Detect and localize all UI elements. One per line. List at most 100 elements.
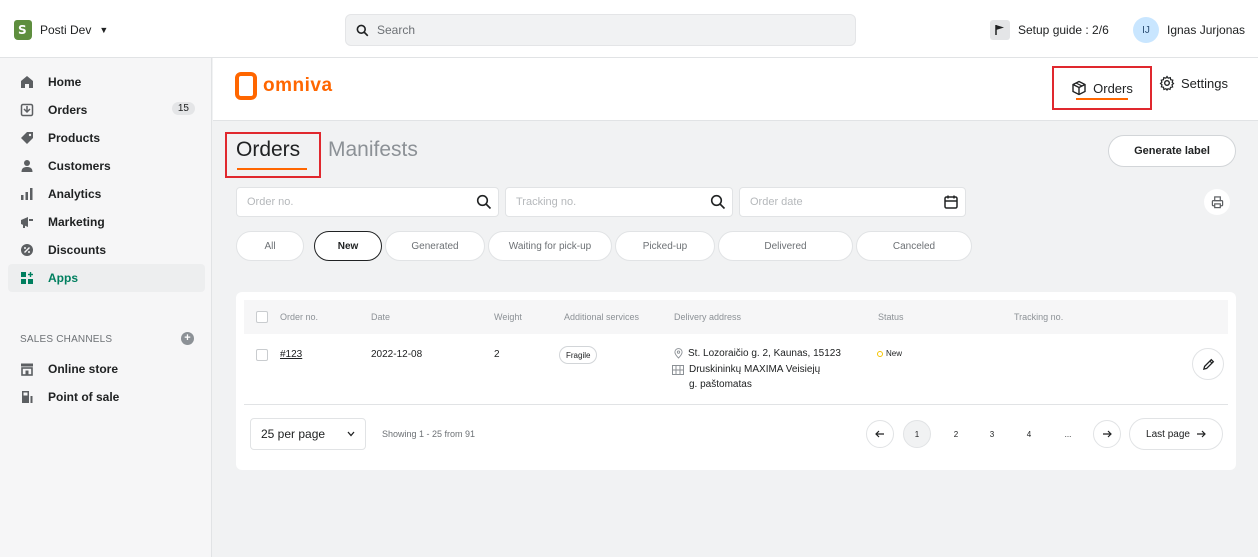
orders-icon bbox=[20, 103, 34, 117]
sidebar-item-customers[interactable]: Customers bbox=[8, 152, 205, 180]
status-pill-new[interactable]: New bbox=[314, 231, 382, 261]
column-date: Date bbox=[371, 312, 391, 322]
search-icon bbox=[710, 194, 726, 210]
order-weight: 2 bbox=[494, 349, 500, 360]
sidebar-item-apps[interactable]: Apps bbox=[8, 264, 205, 292]
setup-guide-button[interactable]: Setup guide : 2/6 bbox=[990, 20, 1109, 40]
arrow-left-icon bbox=[875, 430, 884, 438]
showing-range: Showing 1 - 25 from 91 bbox=[382, 429, 476, 439]
sidebar-item-online-store[interactable]: Online store bbox=[8, 355, 205, 383]
next-page-button[interactable] bbox=[1093, 420, 1121, 448]
printer-icon bbox=[1211, 195, 1223, 208]
column-status: Status bbox=[878, 312, 904, 322]
box-icon bbox=[1072, 80, 1086, 96]
fragile-badge: Fragile bbox=[559, 346, 598, 364]
page-1-button[interactable]: 1 bbox=[903, 420, 931, 448]
column-weight: Weight bbox=[494, 312, 522, 322]
apps-icon bbox=[20, 271, 34, 285]
pickup-point-name-cont: g. paštomatas bbox=[689, 379, 752, 390]
search-placeholder: Search bbox=[377, 23, 416, 37]
sidebar-item-discounts[interactable]: Discounts bbox=[8, 236, 205, 264]
store-switcher[interactable]: Posti Dev ▼ bbox=[14, 20, 108, 40]
tab-active-underline bbox=[237, 168, 307, 170]
per-page-select[interactable]: 25 per page bbox=[250, 418, 366, 450]
pos-icon bbox=[20, 390, 34, 404]
app-header: omniva Orders Settings bbox=[213, 58, 1258, 121]
edit-order-button[interactable] bbox=[1192, 348, 1224, 380]
row-checkbox[interactable] bbox=[256, 349, 268, 361]
status-label: New bbox=[886, 349, 903, 358]
sales-channels-heading: SALES CHANNELS bbox=[20, 334, 113, 345]
bar-chart-icon bbox=[20, 187, 34, 201]
user-name: Ignas Jurjonas bbox=[1167, 23, 1246, 37]
sidebar-item-label: Orders bbox=[48, 103, 88, 117]
calendar-icon bbox=[944, 195, 958, 209]
location-pin-icon bbox=[674, 348, 683, 359]
select-all-checkbox[interactable] bbox=[256, 311, 268, 323]
header-orders-label: Orders bbox=[1093, 80, 1133, 96]
pickup-point-name: Druskininkų MAXIMA Veisiejų bbox=[689, 364, 821, 375]
status-pill-canceled[interactable]: Canceled bbox=[856, 231, 972, 261]
brand-name: omniva bbox=[263, 75, 333, 96]
table-footer-divider bbox=[244, 404, 1228, 405]
page-3-button[interactable]: 3 bbox=[978, 420, 1006, 448]
column-additional-services: Additional services bbox=[564, 312, 640, 322]
header-orders-link[interactable]: Orders bbox=[1052, 66, 1152, 110]
sidebar-item-label: Customers bbox=[48, 159, 111, 173]
status-pill-waiting-for-pick-up[interactable]: Waiting for pick-up bbox=[488, 231, 612, 261]
delivery-address-line: St. Lozoraičio g. 2, Kaunas, 15123 bbox=[674, 348, 841, 359]
sidebar-item-label: Apps bbox=[48, 271, 78, 285]
prev-page-button[interactable] bbox=[866, 420, 894, 448]
order-date-placeholder: Order date bbox=[750, 196, 803, 208]
order-date-filter[interactable]: Order date bbox=[739, 187, 966, 217]
active-underline bbox=[1076, 98, 1128, 100]
tracking-no-filter[interactable]: Tracking no. bbox=[505, 187, 733, 217]
chevron-down-icon bbox=[347, 431, 355, 437]
order-number-link[interactable]: #123 bbox=[280, 349, 302, 360]
orders-table-card: Order no. Date Weight Additional service… bbox=[236, 292, 1236, 470]
print-button[interactable] bbox=[1204, 189, 1230, 215]
home-icon bbox=[20, 75, 34, 89]
orders-count-badge: 15 bbox=[171, 102, 195, 115]
page-4-button[interactable]: 4 bbox=[1015, 420, 1043, 448]
sidebar-item-analytics[interactable]: Analytics bbox=[8, 180, 205, 208]
tab-orders[interactable]: Orders bbox=[236, 138, 300, 162]
order-no-filter[interactable]: Order no. bbox=[236, 187, 499, 217]
column-tracking-no: Tracking no. bbox=[1014, 312, 1064, 322]
sidebar-item-label: Discounts bbox=[48, 243, 107, 257]
sidebar-item-orders[interactable]: Orders 15 bbox=[8, 96, 205, 124]
status-pill-picked-up[interactable]: Picked-up bbox=[615, 231, 715, 261]
pencil-icon bbox=[1202, 358, 1214, 370]
status-pill-delivered[interactable]: Delivered bbox=[718, 231, 853, 261]
tab-manifests[interactable]: Manifests bbox=[328, 138, 418, 162]
generate-label-button[interactable]: Generate label bbox=[1108, 135, 1236, 167]
top-bar: Posti Dev ▼ Search Setup guide : 2/6 IJ … bbox=[0, 0, 1258, 58]
pickup-point-line: Druskininkų MAXIMA Veisiejų bbox=[672, 364, 820, 375]
search-input[interactable]: Search bbox=[345, 14, 856, 46]
status-pill-generated[interactable]: Generated bbox=[385, 231, 485, 261]
header-settings-link[interactable]: Settings bbox=[1159, 75, 1228, 91]
add-channel-icon[interactable]: + bbox=[181, 332, 194, 345]
sidebar-item-marketing[interactable]: Marketing bbox=[8, 208, 205, 236]
sidebar-item-point-of-sale[interactable]: Point of sale bbox=[8, 383, 205, 411]
arrow-right-icon bbox=[1196, 430, 1206, 438]
last-page-button[interactable]: Last page bbox=[1129, 418, 1223, 450]
sidebar-item-label: Marketing bbox=[48, 215, 105, 229]
address-street: St. Lozoraičio g. 2, Kaunas, 15123 bbox=[688, 348, 841, 359]
page-2-button[interactable]: 2 bbox=[942, 420, 970, 448]
omniva-logo-icon bbox=[235, 72, 257, 100]
discount-icon bbox=[20, 243, 34, 257]
sidebar-item-label: Products bbox=[48, 131, 101, 145]
user-menu[interactable]: IJ Ignas Jurjonas bbox=[1133, 17, 1245, 43]
person-icon bbox=[20, 159, 34, 173]
setup-guide-label: Setup guide : 2/6 bbox=[1018, 23, 1109, 37]
sidebar-item-products[interactable]: Products bbox=[8, 124, 205, 152]
sidebar-item-label: Home bbox=[48, 75, 82, 89]
gear-icon bbox=[1159, 75, 1175, 91]
status-pill-all[interactable]: All bbox=[236, 231, 304, 261]
tag-icon bbox=[20, 131, 34, 145]
search-icon bbox=[476, 194, 492, 210]
sidebar-item-home[interactable]: Home bbox=[8, 68, 205, 96]
order-date: 2022-12-08 bbox=[371, 349, 423, 360]
status-dot-icon bbox=[877, 350, 883, 357]
